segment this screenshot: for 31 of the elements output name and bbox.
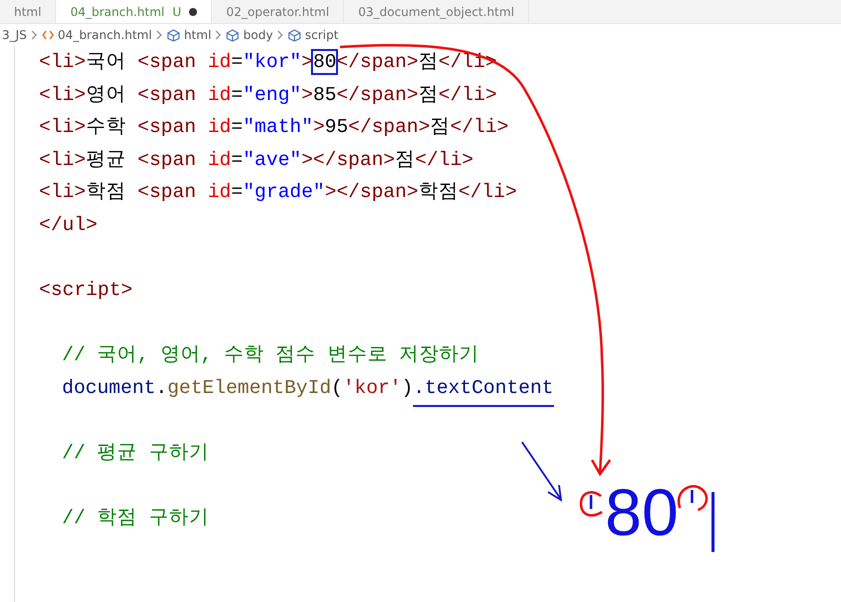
code-line: document.getElementById('kor').textContent	[15, 372, 554, 405]
circled-quote-drawing	[677, 485, 708, 512]
breadcrumb-item[interactable]: body	[243, 26, 273, 44]
chevron-icon	[215, 30, 222, 40]
chevron-icon	[156, 30, 163, 40]
code-line: </ul>	[38, 212, 98, 238]
breadcrumb-item[interactable]: 3_JS	[2, 26, 27, 44]
cube-icon	[166, 28, 180, 42]
code-line: <li>수학 <span id="math">95</span>점</li>	[38, 115, 509, 140]
code-line: <script>	[38, 278, 133, 304]
text-cursor-mark	[712, 492, 714, 552]
cube-icon	[226, 28, 240, 42]
code-line: <li>평균 <span id="ave"></span>점</li>	[38, 148, 474, 173]
editor-tab[interactable]: 04_branch.html U	[56, 0, 212, 23]
breadcrumb-item[interactable]: 04_branch.html	[58, 26, 152, 44]
editor-tab[interactable]: 02_operator.html	[212, 0, 344, 23]
circled-quote-drawing	[580, 491, 603, 517]
code-line: <li>학점 <span id="grade"></span>학점</li>	[38, 180, 517, 206]
breadcrumb-item[interactable]: html	[184, 26, 212, 44]
file-status: U	[172, 4, 182, 20]
handwritten-text: 80	[605, 486, 678, 538]
editor-tab[interactable]: 03_document_object.html	[344, 0, 530, 23]
chevron-icon	[30, 30, 38, 40]
code-file-icon	[42, 30, 54, 40]
code-line: // 평균 구하기	[61, 441, 209, 466]
breadcrumb-item[interactable]: script	[304, 26, 338, 44]
code-line: // 학점 구하기	[61, 506, 209, 532]
cube-icon	[288, 28, 301, 42]
code-line: // 국어, 영어, 수학 점수 변수로 저장하기	[61, 343, 480, 368]
chevron-icon	[276, 30, 284, 40]
code-line: <li>영어 <span id="eng">85</span>점</li>	[38, 82, 497, 108]
